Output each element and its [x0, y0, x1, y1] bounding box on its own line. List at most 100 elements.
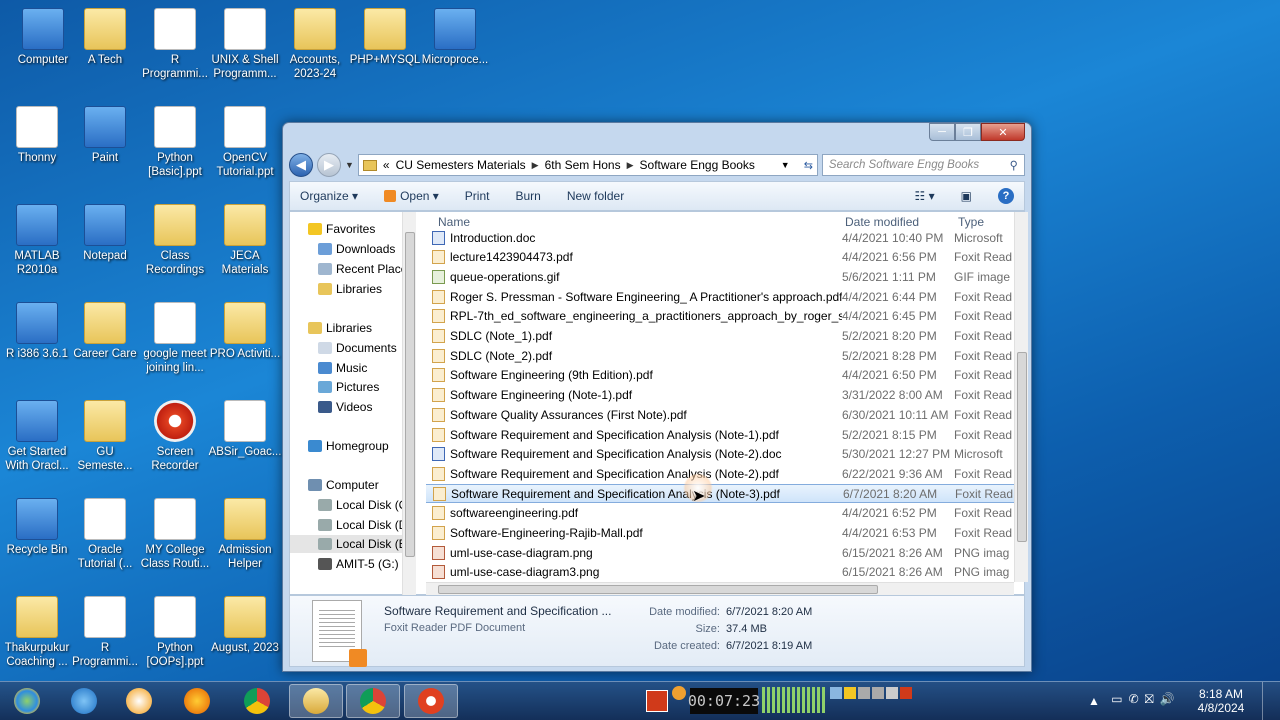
file-row[interactable]: lecture1423904473.pdf 4/4/2021 6:56 PM Fox…: [426, 248, 1016, 267]
file-row[interactable]: Introduction.doc 4/4/2021 10:40 PM Microso…: [426, 228, 1016, 247]
nav-pane-scrollbar[interactable]: [402, 212, 416, 596]
file-row[interactable]: softwareengineering.pdf 4/4/2021 6:52 PM F…: [426, 504, 1016, 523]
desktop-icon-1[interactable]: A Tech: [68, 8, 142, 67]
nav-item-0[interactable]: Favorites: [290, 220, 402, 238]
breadcrumb-overflow[interactable]: «: [383, 158, 390, 172]
refresh-icon[interactable]: ⇆: [804, 159, 813, 172]
recent-pages-chevron-icon[interactable]: ▼: [345, 160, 354, 170]
desktop-icon-19[interactable]: Get Started With Oracl...: [0, 400, 74, 473]
file-row[interactable]: SDLC (Note_1).pdf 5/2/2021 8:20 PM Foxit R…: [426, 327, 1016, 346]
nav-item-1[interactable]: Downloads: [290, 240, 402, 258]
back-button[interactable]: ◀: [289, 153, 313, 177]
desktop-icon-14[interactable]: JECA Materials: [208, 204, 282, 277]
tray-icons[interactable]: ▭✆⛝🔊: [1108, 692, 1184, 707]
file-row[interactable]: Software Requirement and Specification A…: [426, 484, 1016, 504]
desktop-icon-3[interactable]: UNIX & Shell Programm...: [208, 8, 282, 81]
view-options-icon[interactable]: ☷ ▾: [915, 189, 935, 203]
record-stop-icon[interactable]: [646, 690, 668, 712]
desktop-icon-11[interactable]: MATLAB R2010a: [0, 204, 74, 277]
taskbar-explorer[interactable]: [289, 684, 343, 718]
explorer-window[interactable]: ─ ❐ ✕ ◀ ▶ ▼ « CU Semesters Materials ▶ 6…: [282, 122, 1032, 672]
nav-item-6[interactable]: Music: [290, 359, 402, 377]
file-row[interactable]: queue-operations.gif 5/6/2021 1:11 PM GIF …: [426, 267, 1016, 286]
nav-item-2[interactable]: Recent Places: [290, 260, 402, 278]
nav-item-7[interactable]: Pictures: [290, 378, 402, 396]
file-row[interactable]: Software Engineering (9th Edition).pdf 4/…: [426, 366, 1016, 385]
desktop-icon-12[interactable]: Notepad: [68, 204, 142, 263]
breadcrumb-item-6th-sem[interactable]: 6th Sem Hons: [545, 158, 621, 172]
desktop-icon-17[interactable]: google meet joining lin...: [138, 302, 212, 375]
minimize-button[interactable]: ─: [929, 123, 955, 141]
desktop-icon-5[interactable]: PHP+MYSQL: [348, 8, 422, 67]
taskbar-recorder[interactable]: [404, 684, 458, 718]
nav-item-8[interactable]: Videos: [290, 398, 402, 416]
show-hidden-icons[interactable]: ▲: [1088, 694, 1100, 708]
file-list-scrollbar[interactable]: [1014, 212, 1028, 582]
desktop-icon-7[interactable]: Thonny: [0, 106, 74, 165]
file-row[interactable]: RPL-7th_ed_software_engineering_a_practi…: [426, 307, 1016, 326]
desktop-icon-18[interactable]: PRO Activiti...: [208, 302, 282, 361]
close-button[interactable]: ✕: [981, 123, 1025, 141]
clock[interactable]: 8:18 AM 4/8/2024: [1196, 687, 1246, 715]
desktop-icon-28[interactable]: R Programmi...: [68, 596, 142, 669]
file-row[interactable]: Software-Engineering-Rajib-Mall.pdf 4/4/2…: [426, 524, 1016, 543]
organize-button[interactable]: Organize ▾: [300, 189, 358, 203]
nav-item-11[interactable]: Local Disk (C:: [290, 496, 402, 514]
breadcrumb[interactable]: « CU Semesters Materials ▶ 6th Sem Hons …: [357, 154, 818, 176]
open-button[interactable]: Open ▾: [384, 189, 439, 203]
new-folder-button[interactable]: New folder: [567, 189, 624, 203]
file-row[interactable]: Software Requirement and Specification A…: [426, 445, 1016, 464]
desktop-icon-30[interactable]: August, 2023: [208, 596, 282, 655]
help-icon[interactable]: ?: [998, 188, 1014, 204]
recorder-tool-icons[interactable]: [830, 687, 916, 715]
column-header-date[interactable]: Date modified: [845, 215, 919, 229]
file-row[interactable]: uml-use-case-diagram.png 6/15/2021 8:26 A…: [426, 543, 1016, 562]
file-row[interactable]: Software Quality Assurances (First Note)…: [426, 405, 1016, 424]
address-dropdown-icon[interactable]: ▼: [781, 160, 790, 170]
nav-item-14[interactable]: AMIT-5 (G:): [290, 555, 402, 573]
search-box[interactable]: Search Software Engg Books ⚲: [821, 154, 1025, 176]
nav-item-10[interactable]: Computer: [290, 476, 402, 494]
column-header-name[interactable]: Name: [438, 215, 470, 229]
horizontal-scrollbar[interactable]: [426, 582, 1014, 596]
taskbar-media-player[interactable]: [112, 684, 166, 718]
nav-item-3[interactable]: Libraries: [290, 280, 402, 298]
taskbar-ie[interactable]: [57, 684, 111, 718]
desktop-icon-22[interactable]: ABSir_Goac...: [208, 400, 282, 459]
desktop-icon-23[interactable]: Recycle Bin: [0, 498, 74, 557]
print-button[interactable]: Print: [465, 189, 490, 203]
start-button[interactable]: [0, 684, 54, 718]
nav-item-9[interactable]: Homegroup: [290, 437, 402, 455]
desktop-icon-20[interactable]: GU Semeste...: [68, 400, 142, 473]
search-input[interactable]: Search Software Engg Books: [829, 159, 979, 171]
nav-item-5[interactable]: Documents: [290, 339, 402, 357]
file-row[interactable]: Software Engineering (Note-1).pdf 3/31/20…: [426, 386, 1016, 405]
desktop-icon-10[interactable]: OpenCV Tutorial.ppt: [208, 106, 282, 179]
taskbar-firefox[interactable]: [170, 684, 224, 718]
file-row[interactable]: Software Requirement and Specification A…: [426, 464, 1016, 483]
desktop-icon-25[interactable]: MY College Class Routi...: [138, 498, 212, 571]
desktop-icon-26[interactable]: Admission Helper: [208, 498, 282, 571]
chevron-right-icon[interactable]: ▶: [627, 160, 634, 171]
nav-item-12[interactable]: Local Disk (D:: [290, 516, 402, 534]
taskbar-chrome-2[interactable]: [346, 684, 400, 718]
desktop-icon-16[interactable]: Career Care: [68, 302, 142, 361]
file-row[interactable]: SDLC (Note_2).pdf 5/2/2021 8:28 PM Foxit R…: [426, 346, 1016, 365]
nav-item-13[interactable]: Local Disk (E:: [290, 535, 402, 553]
desktop-icon-4[interactable]: Accounts, 2023-24: [278, 8, 352, 81]
taskbar-chrome[interactable]: [230, 684, 284, 718]
desktop-icon-29[interactable]: Python [OOPs].ppt: [138, 596, 212, 669]
file-row[interactable]: uml-use-case-diagram3.png 6/15/2021 8:26 …: [426, 563, 1016, 582]
desktop-icon-9[interactable]: Python [Basic].ppt: [138, 106, 212, 179]
breadcrumb-item-cu-semesters[interactable]: CU Semesters Materials: [396, 158, 526, 172]
desktop-icon-15[interactable]: R i386 3.6.1: [0, 302, 74, 361]
forward-button[interactable]: ▶: [317, 153, 341, 177]
nav-item-4[interactable]: Libraries: [290, 319, 402, 337]
file-row[interactable]: Roger S. Pressman - Software Engineering…: [426, 287, 1016, 306]
show-desktop-button[interactable]: [1262, 682, 1280, 720]
burn-button[interactable]: Burn: [515, 189, 540, 203]
desktop-icon-21[interactable]: Screen Recorder: [138, 400, 212, 473]
search-icon[interactable]: ⚲: [1010, 158, 1018, 172]
desktop-icon-24[interactable]: Oracle Tutorial (...: [68, 498, 142, 571]
column-header-type[interactable]: Type: [958, 215, 984, 229]
